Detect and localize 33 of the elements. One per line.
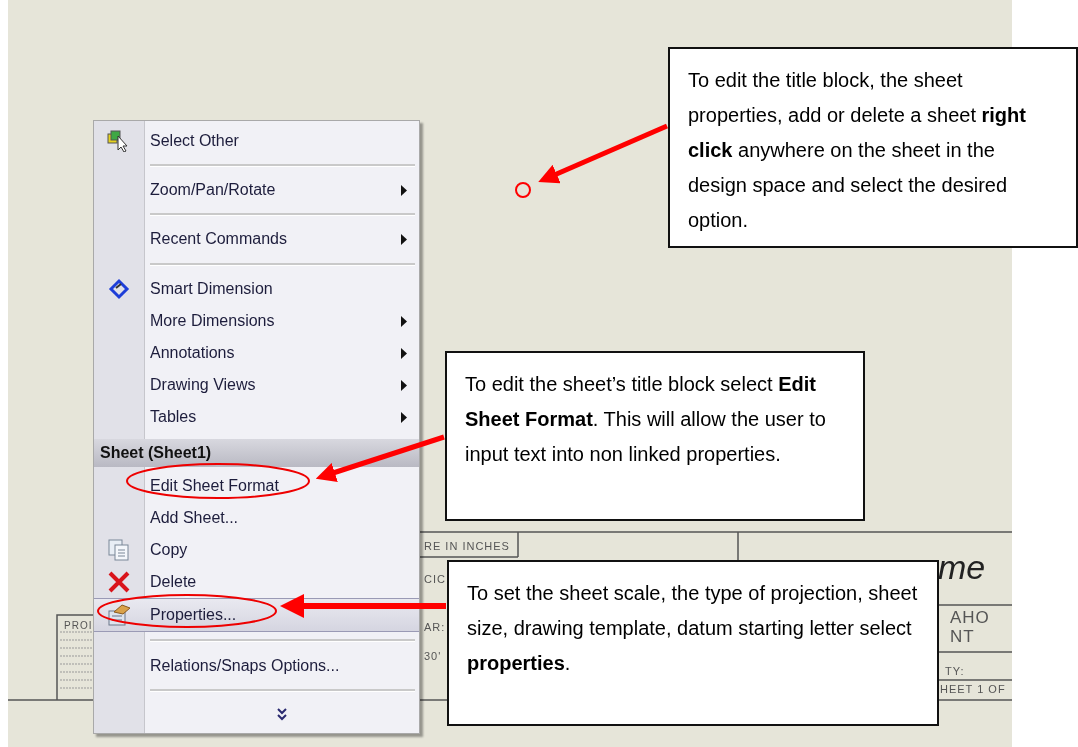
menu-item[interactable]: Select Other	[94, 125, 419, 158]
expand-icon[interactable]	[275, 707, 288, 722]
menu-item[interactable]: More Dimensions	[94, 304, 419, 337]
title-block-text: me	[938, 548, 986, 587]
title-block-text: AHO	[950, 608, 990, 628]
menu-section-header: Sheet (Sheet1)	[94, 438, 419, 467]
callout-text: To edit the sheet’s title block select Edit Sheet Format. This will allow the user to input text into non linked properties.	[445, 351, 865, 521]
title-block-text: RE IN INCHES	[424, 540, 510, 552]
menu-item[interactable]: Add Sheet...	[94, 501, 419, 534]
title-block-text: TY:	[945, 665, 965, 677]
callout-text: To set the sheet scale, the type of projection, sheet size, drawing template, datum starting letter select properties.	[447, 560, 939, 726]
callout-text: To edit the title block, the sheet properties, add or delete a sheet right click anywhere on the sheet in the design space and select the desired option.	[668, 47, 1078, 248]
menu-item[interactable]: Copy	[94, 533, 419, 567]
target-circle	[515, 182, 531, 198]
delete-icon	[107, 570, 131, 595]
copy-icon	[107, 537, 131, 562]
title-block-text: HEET 1 OF	[940, 683, 1006, 695]
title-block-text: NT	[950, 627, 975, 647]
menu-item[interactable]: Drawing Views	[94, 369, 419, 402]
menu-item[interactable]: Recent Commands	[94, 223, 419, 256]
title-block-text: PROI	[64, 620, 93, 631]
title-block-text: CIC	[424, 573, 446, 585]
dimension-icon	[107, 277, 131, 300]
menu-item[interactable]: Smart Dimension	[94, 272, 419, 305]
properties-icon	[106, 603, 132, 628]
menu-item[interactable]: Zoom/Pan/Rotate	[94, 174, 419, 207]
title-block-text: 30'	[424, 650, 442, 662]
menu-item[interactable]: Relations/Snaps Options...	[94, 649, 419, 682]
menu-item[interactable]: Annotations	[94, 336, 419, 370]
menu-item[interactable]: Delete	[94, 566, 419, 599]
menu-item[interactable]: Tables	[94, 401, 419, 434]
menu-item[interactable]: Edit Sheet Format	[94, 469, 419, 502]
title-block-text: AR:	[424, 621, 446, 633]
